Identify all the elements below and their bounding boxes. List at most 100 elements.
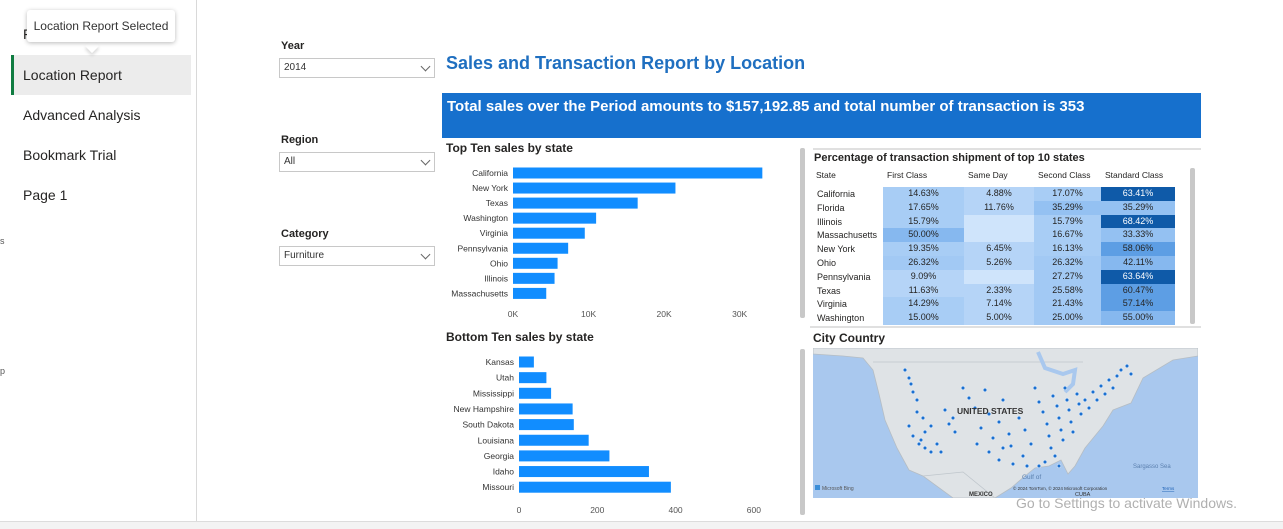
chart-scrollbar[interactable] xyxy=(800,349,805,515)
nav-item-page-1[interactable]: Page 1 xyxy=(11,175,191,215)
map-city-point[interactable] xyxy=(1128,371,1134,377)
map-city-point[interactable] xyxy=(920,415,926,421)
shipment-matrix[interactable]: Percentage of transaction shipment of to… xyxy=(813,148,1201,326)
nav-item-advanced-analysis[interactable]: Advanced Analysis xyxy=(11,95,191,135)
map-city-point[interactable] xyxy=(922,429,928,435)
matrix-row[interactable]: Pennsylvania 9.09% 27.27% 63.64% xyxy=(815,269,1175,284)
bottom-ten-bar[interactable] xyxy=(519,372,547,384)
matrix-row[interactable]: Washington 15.00% 5.00% 25.00% 55.00% xyxy=(815,311,1175,326)
map-city-point[interactable] xyxy=(1058,427,1064,433)
top-ten-chart[interactable]: Top Ten sales by state California New Yor… xyxy=(442,138,810,324)
map-city-point[interactable] xyxy=(1082,397,1088,403)
map-city-point[interactable] xyxy=(910,389,916,395)
matrix-row[interactable]: California 14.63% 4.88% 17.07% 63.41% xyxy=(815,187,1175,201)
map-city-point[interactable] xyxy=(1008,443,1014,449)
map-city-point[interactable] xyxy=(982,387,988,393)
top-ten-bar[interactable] xyxy=(513,212,597,224)
map-city-point[interactable] xyxy=(1118,367,1124,373)
map-city-point[interactable] xyxy=(946,421,952,427)
top-ten-bar[interactable] xyxy=(513,182,676,194)
map-city-point[interactable] xyxy=(1102,391,1108,397)
map-city-point[interactable] xyxy=(922,445,928,451)
map-city-point[interactable] xyxy=(996,457,1002,463)
map-city-point[interactable] xyxy=(1076,401,1082,407)
map-city-point[interactable] xyxy=(952,429,958,435)
map-city-point[interactable] xyxy=(1074,391,1080,397)
map-terms-link[interactable]: Terms xyxy=(1162,486,1175,491)
chart-scrollbar[interactable] xyxy=(800,148,805,318)
map-city-point[interactable] xyxy=(1016,415,1022,421)
map-city-point[interactable] xyxy=(1036,463,1042,469)
map-city-point[interactable] xyxy=(906,423,912,429)
bottom-ten-bar[interactable] xyxy=(519,466,649,478)
map-city-point[interactable] xyxy=(1042,459,1048,465)
top-ten-bar[interactable] xyxy=(513,272,555,284)
column-header[interactable]: Second Class xyxy=(1038,170,1090,180)
map-city-point[interactable] xyxy=(1050,393,1056,399)
matrix-row[interactable]: Illinois 15.79% 15.79% 68.42% xyxy=(815,214,1175,229)
map-city-point[interactable] xyxy=(1036,399,1042,405)
column-header[interactable]: Same Day xyxy=(968,170,1008,180)
map-city-point[interactable] xyxy=(986,449,992,455)
matrix-row[interactable]: Massachusetts 50.00% 16.67% 33.33% xyxy=(815,228,1175,243)
map-city-point[interactable] xyxy=(908,381,914,387)
category-dropdown[interactable]: Furniture xyxy=(279,246,435,266)
map-city-point[interactable] xyxy=(914,397,920,403)
map-canvas[interactable]: UNITED STATES MEXICO CUBA Gulf of Sargas… xyxy=(813,348,1198,498)
region-dropdown[interactable]: All xyxy=(279,152,435,172)
bottom-ten-chart[interactable]: Bottom Ten sales by state Kansas Utah Miss… xyxy=(442,327,810,521)
map-city-point[interactable] xyxy=(942,407,948,413)
bottom-ten-bar[interactable] xyxy=(519,450,610,462)
map-city-point[interactable] xyxy=(938,449,944,455)
map-city-point[interactable] xyxy=(916,441,922,447)
map-city-point[interactable] xyxy=(1044,421,1050,427)
map-city-point[interactable] xyxy=(918,437,924,443)
city-map[interactable]: City Country UNITED STATES MEXICO CUBA G… xyxy=(810,326,1201,498)
top-ten-bar[interactable] xyxy=(513,227,585,239)
map-city-point[interactable] xyxy=(1022,427,1028,433)
map-city-point[interactable] xyxy=(1052,453,1058,459)
map-city-point[interactable] xyxy=(1110,385,1116,391)
map-city-point[interactable] xyxy=(1064,397,1070,403)
map-city-point[interactable] xyxy=(902,367,908,373)
map-city-point[interactable] xyxy=(1068,419,1074,425)
map-city-point[interactable] xyxy=(1056,415,1062,421)
bottom-ten-bar[interactable] xyxy=(519,434,589,446)
map-city-point[interactable] xyxy=(906,375,912,381)
bottom-ten-bar[interactable] xyxy=(519,403,573,415)
matrix-row[interactable]: Virginia 14.29% 7.14% 21.43% 57.14% xyxy=(815,297,1175,312)
map-city-point[interactable] xyxy=(1066,407,1072,413)
top-ten-bar[interactable] xyxy=(513,242,569,254)
map-city-point[interactable] xyxy=(1106,377,1112,383)
map-city-point[interactable] xyxy=(928,423,934,429)
map-city-point[interactable] xyxy=(1010,461,1016,467)
map-city-point[interactable] xyxy=(974,441,980,447)
map-city-point[interactable] xyxy=(966,395,972,401)
nav-item-bookmark-trial[interactable]: Bookmark Trial xyxy=(11,135,191,175)
map-city-point[interactable] xyxy=(1114,373,1120,379)
nav-item-location-report[interactable]: Location Report xyxy=(11,55,191,95)
map-city-point[interactable] xyxy=(1060,437,1066,443)
map-city-point[interactable] xyxy=(1028,441,1034,447)
matrix-row[interactable]: Ohio 26.32% 5.26% 26.32% 42.11% xyxy=(815,255,1175,270)
map-city-point[interactable] xyxy=(1020,453,1026,459)
matrix-row[interactable]: Florida 17.65% 11.76% 35.29% 35.29% xyxy=(815,200,1175,215)
map-city-point[interactable] xyxy=(950,415,956,421)
year-dropdown[interactable]: 2014 xyxy=(279,58,435,78)
top-ten-bar[interactable] xyxy=(513,197,638,209)
bottom-ten-bar[interactable] xyxy=(519,419,574,431)
bottom-ten-bar[interactable] xyxy=(519,387,552,399)
map-city-point[interactable] xyxy=(996,419,1002,425)
map-city-point[interactable] xyxy=(910,433,916,439)
map-city-point[interactable] xyxy=(1040,409,1046,415)
map-city-point[interactable] xyxy=(1024,463,1030,469)
map-city-point[interactable] xyxy=(934,441,940,447)
map-city-point[interactable] xyxy=(1048,445,1054,451)
map-city-point[interactable] xyxy=(914,409,920,415)
map-city-point[interactable] xyxy=(1000,445,1006,451)
map-city-point[interactable] xyxy=(1094,397,1100,403)
map-city-point[interactable] xyxy=(990,435,996,441)
top-ten-bar[interactable] xyxy=(513,257,558,269)
matrix-row[interactable]: Texas 11.63% 2.33% 25.58% 60.47% xyxy=(815,283,1175,298)
map-city-point[interactable] xyxy=(1090,389,1096,395)
